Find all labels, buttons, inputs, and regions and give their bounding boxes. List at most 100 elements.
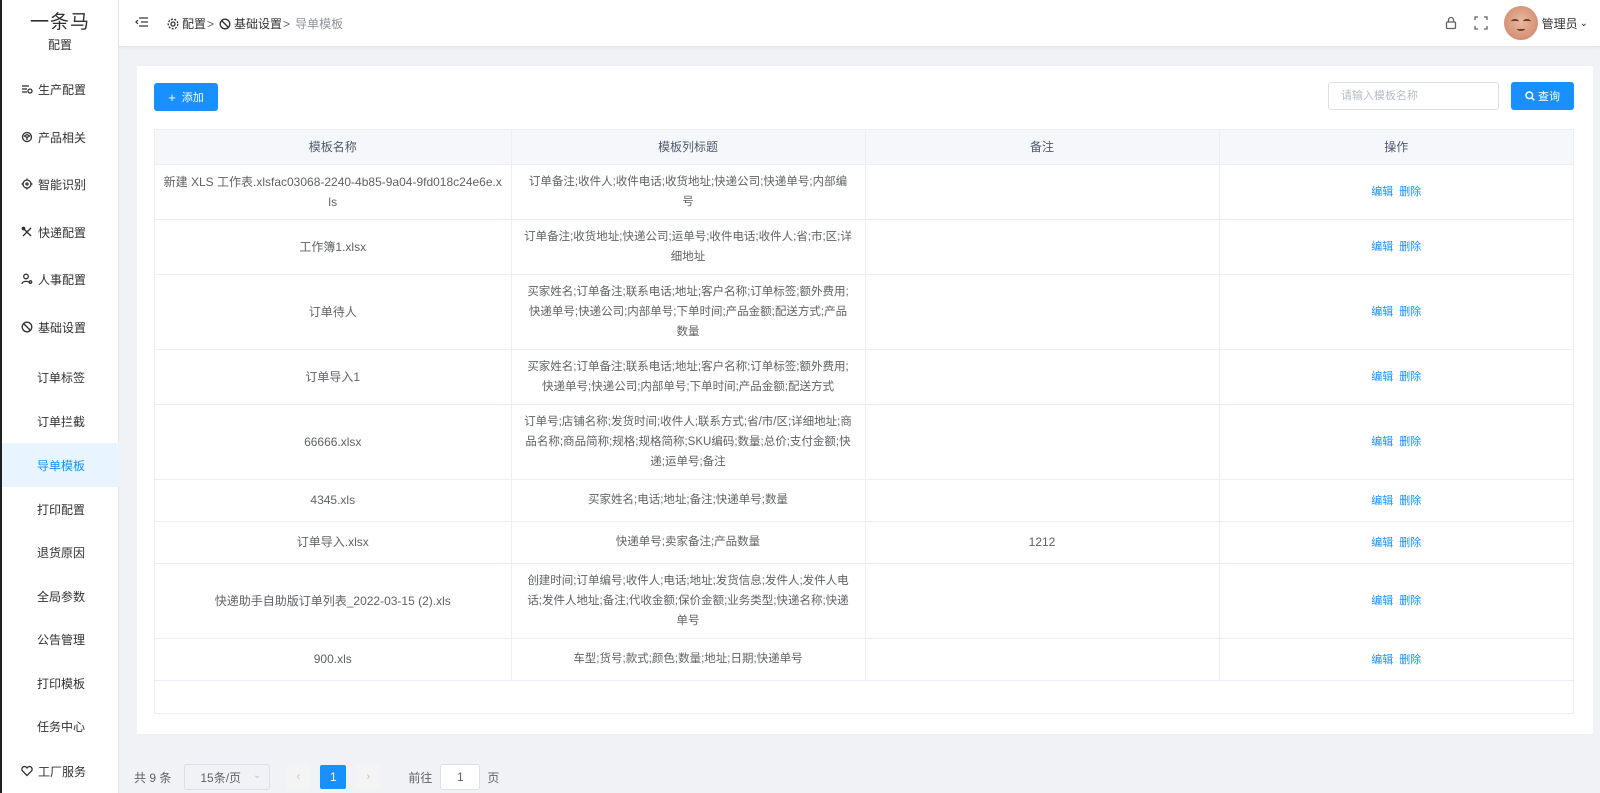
target-icon <box>20 177 34 191</box>
edit-link[interactable]: 编辑 <box>1371 371 1393 383</box>
cell-template-name: 4345.xls <box>155 479 512 522</box>
delete-link[interactable]: 删除 <box>1399 495 1421 507</box>
table-header-row: 模板名称 模板列标题 备注 操作 <box>155 130 1573 165</box>
delete-link[interactable]: 删除 <box>1399 371 1421 383</box>
sidebar-subitem-return-reasons[interactable]: 退货原因 <box>2 530 119 574</box>
fullscreen-icon[interactable] <box>1473 16 1488 30</box>
cell-actions: 编辑 删除 <box>1219 479 1573 522</box>
avatar[interactable] <box>1503 6 1538 40</box>
goto-page-input[interactable] <box>440 764 481 790</box>
edit-link[interactable]: 编辑 <box>1371 306 1393 318</box>
sidebar-subitem-label: 公告管理 <box>37 632 86 647</box>
breadcrumb-basic-settings[interactable]: 基础设置 <box>219 15 282 32</box>
pagination: 共 9 条 15条/页 ⌄ ‹ 1 › 前往 页 <box>134 764 499 790</box>
sidebar-item-label: 快递配置 <box>38 225 87 240</box>
sidebar-subitem-announcements[interactable]: 公告管理 <box>2 617 119 661</box>
add-button[interactable]: + 添加 <box>154 83 218 111</box>
sidebar-item-basic-settings[interactable]: 基础设置 <box>2 312 119 342</box>
cell-template-name: 订单导入1 <box>155 349 512 405</box>
delete-link[interactable]: 删除 <box>1399 241 1421 253</box>
breadcrumb-separator: > <box>207 16 215 31</box>
sidebar-subitem-print-templates[interactable]: 打印模板 <box>2 661 119 705</box>
cell-template-name: 订单待人 <box>155 274 512 350</box>
template-name-search-input[interactable] <box>1328 82 1499 110</box>
sidebar-subitem-print-config[interactable]: 打印配置 <box>2 487 119 531</box>
delete-link[interactable]: 删除 <box>1399 537 1421 549</box>
cell-actions: 编辑 删除 <box>1219 219 1573 275</box>
cell-column-titles: 订单备注;收货地址;快递公司;运单号;收件电话;收件人;省;市;区;详细地址 <box>511 219 866 275</box>
edit-link[interactable]: 编辑 <box>1371 186 1393 198</box>
prev-page-button[interactable]: ‹ <box>286 765 311 789</box>
cell-remark <box>865 219 1220 275</box>
sidebar-subitem-label: 退货原因 <box>37 545 86 560</box>
lock-icon[interactable] <box>1444 16 1458 30</box>
sidebar-item-label: 工厂服务 <box>38 764 87 779</box>
page-number-current[interactable]: 1 <box>320 765 347 789</box>
sidebar-item-hr-config[interactable]: 人事配置 <box>2 264 119 294</box>
table-row: 工作簿1.xlsx 订单备注;收货地址;快递公司;运单号;收件电话;收件人;省;… <box>155 219 1573 275</box>
sidebar-item-production-config[interactable]: 生产配置 <box>2 74 119 104</box>
delete-link[interactable]: 删除 <box>1399 306 1421 318</box>
column-header-name: 模板名称 <box>155 130 512 165</box>
chevron-down-icon: ⌄ <box>252 770 262 781</box>
gear-icon <box>167 18 179 29</box>
table-row: 订单导入1 买家姓名;订单备注;联系电话;地址;客户名称;订单标签;额外费用;快… <box>155 349 1573 405</box>
sidebar-subitem-label: 订单拦截 <box>37 414 86 429</box>
edit-link[interactable]: 编辑 <box>1371 241 1393 253</box>
edit-link[interactable]: 编辑 <box>1371 537 1393 549</box>
edit-link[interactable]: 编辑 <box>1371 654 1393 666</box>
cell-actions: 编辑 删除 <box>1219 638 1573 681</box>
breadcrumb-config[interactable]: 配置 <box>167 15 206 32</box>
sidebar-item-smart-recognition[interactable]: 智能识别 <box>2 169 119 199</box>
box-icon <box>20 130 34 144</box>
cell-column-titles: 买家姓名;订单备注;联系电话;地址;客户名称;订单标签;额外费用;快递单号;快递… <box>511 349 866 405</box>
sidebar-subitem-global-params[interactable]: 全局参数 <box>2 574 119 618</box>
delete-link[interactable]: 删除 <box>1399 186 1421 198</box>
clock-icon <box>20 320 34 334</box>
table-row: 订单待人 买家姓名;订单备注;联系电话;地址;客户名称;订单标签;额外费用;快递… <box>155 274 1573 350</box>
main-card: + 添加 查询 模板名称 模板列标题 备注 操作 新建 XLS 工作表.xlsf… <box>137 66 1593 734</box>
cell-column-titles: 创建时间;订单编号;收件人;电话;地址;发货信息;发件人;发件人电话;发件人地址… <box>511 563 866 639</box>
cell-column-titles: 订单号;店铺名称;发货时间;收件人;联系方式;省/市/区;详细地址;商品名称;商… <box>511 404 866 480</box>
page-suffix: 页 <box>487 770 500 785</box>
next-page-button[interactable]: › <box>356 765 381 789</box>
cell-remark <box>865 404 1220 480</box>
edit-link[interactable]: 编辑 <box>1371 495 1393 507</box>
sidebar-subitem-label: 导单模板 <box>37 458 86 473</box>
column-header-actions: 操作 <box>1219 130 1573 165</box>
logo-subtitle: 配置 <box>47 38 72 52</box>
delete-link[interactable]: 删除 <box>1399 654 1421 666</box>
delete-link[interactable]: 删除 <box>1399 436 1421 448</box>
sidebar-item-express-config[interactable]: 快递配置 <box>2 217 119 247</box>
sidebar-subitem-import-template[interactable]: 导单模板 <box>2 443 119 487</box>
cell-remark: 1212 <box>865 521 1220 564</box>
cell-remark <box>865 563 1220 639</box>
sidebar-subitem-order-intercept[interactable]: 订单拦截 <box>2 399 119 443</box>
delete-link[interactable]: 删除 <box>1399 595 1421 607</box>
table-row: 订单导入.xlsx 快递单号;卖家备注;产品数量 1212 编辑 删除 <box>155 521 1573 564</box>
cell-remark <box>865 164 1220 220</box>
table-row: 快递助手自助版订单列表_2022-03-15 (2).xls 创建时间;订单编号… <box>155 563 1573 639</box>
clock-icon <box>219 18 231 29</box>
sidebar-item-products[interactable]: 产品相关 <box>2 122 119 152</box>
cell-template-name: 新建 XLS 工作表.xlsfac03068-2240-4b85-9a04-9f… <box>155 164 512 220</box>
edit-link[interactable]: 编辑 <box>1371 436 1393 448</box>
cell-remark <box>865 479 1220 522</box>
cell-template-name: 订单导入.xlsx <box>155 521 512 564</box>
cell-template-name: 快递助手自助版订单列表_2022-03-15 (2).xls <box>155 563 512 639</box>
column-header-titles: 模板列标题 <box>511 130 866 165</box>
collapse-sidebar-icon[interactable] <box>135 15 149 29</box>
username[interactable]: 管理员 <box>1542 15 1578 32</box>
edit-link[interactable]: 编辑 <box>1371 595 1393 607</box>
sidebar-subitem-task-center[interactable]: 任务中心 <box>2 704 119 748</box>
sidebar-item-factory-service[interactable]: 工厂服务 <box>2 756 119 786</box>
cell-actions: 编辑 删除 <box>1219 404 1573 480</box>
sidebar: 一条马 配置 生产配置 产品相关 智能识别 快递配置 人事配置 基础设置 订单标… <box>2 0 119 793</box>
sidebar-subitem-order-tags[interactable]: 订单标签 <box>2 355 119 399</box>
page-size-select[interactable]: 15条/页 ⌄ <box>184 764 271 790</box>
template-table: 模板名称 模板列标题 备注 操作 新建 XLS 工作表.xlsfac03068-… <box>154 129 1574 714</box>
table-row: 4345.xls 买家姓名;电话;地址;备注;快递单号;数量 编辑 删除 <box>155 479 1573 522</box>
chevron-down-icon[interactable]: ⌄ <box>1580 18 1588 29</box>
query-button[interactable]: 查询 <box>1511 82 1574 110</box>
sidebar-subitem-label: 全局参数 <box>37 589 86 604</box>
